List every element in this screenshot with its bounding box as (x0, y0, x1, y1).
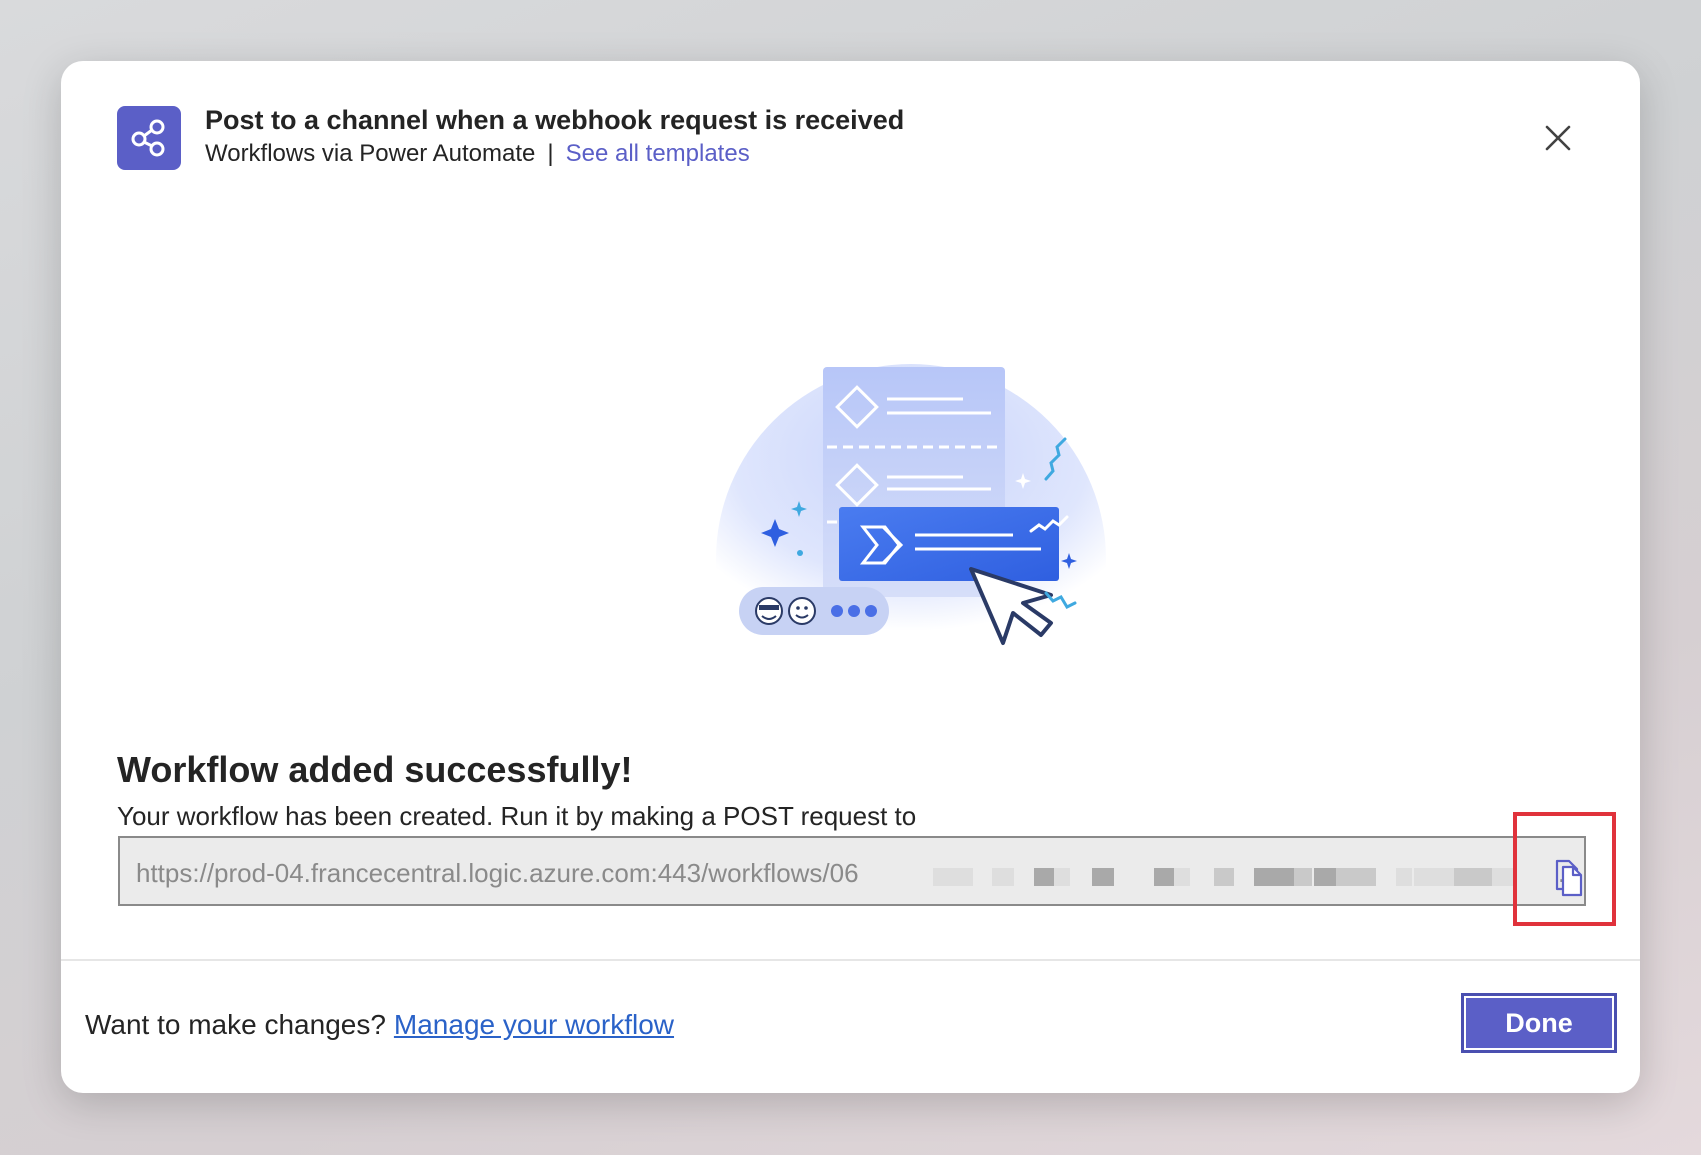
redacted-block (1294, 868, 1312, 886)
footer-prompt-row: Want to make changes? Manage your workflo… (85, 1009, 674, 1041)
see-all-templates-link[interactable]: See all templates (566, 140, 750, 167)
redacted-block (992, 868, 1014, 886)
redacted-block (1414, 868, 1454, 886)
close-icon (1545, 125, 1571, 151)
redacted-block (1254, 868, 1294, 886)
manage-workflow-link[interactable]: Manage your workflow (394, 1009, 674, 1040)
redacted-block (1492, 868, 1514, 886)
copy-button-highlight (1513, 812, 1616, 926)
redacted-block (1454, 868, 1492, 886)
webhook-url-value: https://prod-04.francecentral.logic.azur… (136, 858, 859, 888)
footer-prompt: Want to make changes? (85, 1009, 386, 1040)
webhook-url-field[interactable]: https://prod-04.francecentral.logic.azur… (118, 836, 1586, 906)
redacted-block (1054, 868, 1070, 886)
redacted-block (1092, 868, 1114, 886)
dialog-subtitle: Workflows via Power Automate | See all tem… (205, 140, 750, 168)
source-label: Workflows via Power Automate (205, 140, 536, 167)
workflow-dialog: Post to a channel when a webhook request… (61, 61, 1640, 1093)
share-icon (117, 106, 181, 170)
redacted-block (1396, 868, 1412, 886)
redacted-block (1174, 868, 1190, 886)
redacted-block (1154, 868, 1174, 886)
footer-divider (61, 959, 1640, 961)
separator: | (547, 140, 554, 167)
workflow-illustration (701, 331, 1121, 691)
success-description: Your workflow has been created. Run it b… (117, 801, 917, 831)
redacted-block (1336, 868, 1376, 886)
redacted-block (1034, 868, 1054, 886)
close-button[interactable] (1533, 113, 1583, 163)
dialog-title: Post to a channel when a webhook request… (205, 105, 905, 135)
success-heading: Workflow added successfully! (117, 749, 633, 790)
redacted-block (1214, 868, 1234, 886)
redacted-block (933, 868, 973, 886)
done-button[interactable]: Done (1461, 993, 1617, 1053)
redacted-block (1314, 868, 1336, 886)
